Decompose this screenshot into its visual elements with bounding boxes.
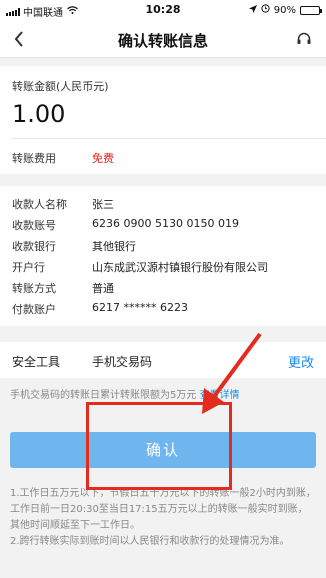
headset-icon [297,32,311,44]
payee-row: 收款人名称 张三 [12,196,114,212]
account-number-value: 6236 0900 5130 0150 019 [92,217,239,230]
nav-bar: 确认转账信息 [0,20,326,58]
transfer-method-value: 普通 [92,282,114,295]
battery-percent: 90% [273,4,296,16]
payee-row: 付款账户 6217 ****** 6223 [12,301,188,317]
battery-icon [300,5,322,15]
amount-value: 1.00 [12,100,66,128]
payer-account-value: 6217 ****** 6223 [92,301,188,314]
fee-value: 免费 [92,152,114,165]
payee-row: 收款账号 6236 0900 5130 0150 019 [12,217,239,233]
page-title: 确认转账信息 [117,32,208,50]
security-tool-label: 安全工具 [12,355,61,369]
customer-service-button[interactable] [296,31,312,47]
divider [12,138,326,139]
security-tool-value: 手机交易码 [92,355,153,369]
payee-card: 收款人名称 张三 收款账号 6236 0900 5130 0150 019 收款银行… [0,186,326,326]
payee-row: 开户行 山东成武汉源村镇银行股份有限公司 [12,259,268,275]
payee-name-label: 收款人名称 [12,198,67,211]
location-icon [248,4,257,16]
fee-label: 转账费用 [12,152,56,165]
transfer-note: 1.工作日五万元以下，节假日五十万元以下的转账一般2小时内到账，工作日前一日20… [10,488,316,531]
amount-card: 转账金额(人民币元) 1.00 转账费用 免费 [0,66,326,174]
alarm-icon [261,4,270,16]
transfer-note: 2.跨行转账实际到账时间以人民银行和收款行的处理情况为准。 [10,536,290,547]
payee-name-value: 张三 [92,198,114,211]
payee-row: 转账方式 普通 [12,280,114,296]
payee-row: 收款银行 其他银行 [12,238,136,254]
annotation-arrow-icon [202,332,262,414]
transfer-method-label: 转账方式 [12,282,56,295]
branch-value: 山东成武汉源村镇银行股份有限公司 [92,261,268,274]
payer-account-label: 付款账户 [12,303,56,316]
bank-value: 其他银行 [92,240,136,253]
status-right: 90% [248,4,322,16]
branch-label: 开户行 [12,261,45,274]
bank-label: 收款银行 [12,240,56,253]
change-security-tool-link[interactable]: 更改 [288,352,314,371]
amount-label: 转账金额(人民币元) [12,80,109,93]
account-number-label: 收款账号 [12,219,56,232]
security-tool-row: 安全工具 手机交易码 更改 [0,342,326,378]
limit-note-text: 手机交易码的转账日累计转账限额为5万元 [10,390,197,401]
status-bar: 中国联通 10:28 90% [0,0,326,20]
